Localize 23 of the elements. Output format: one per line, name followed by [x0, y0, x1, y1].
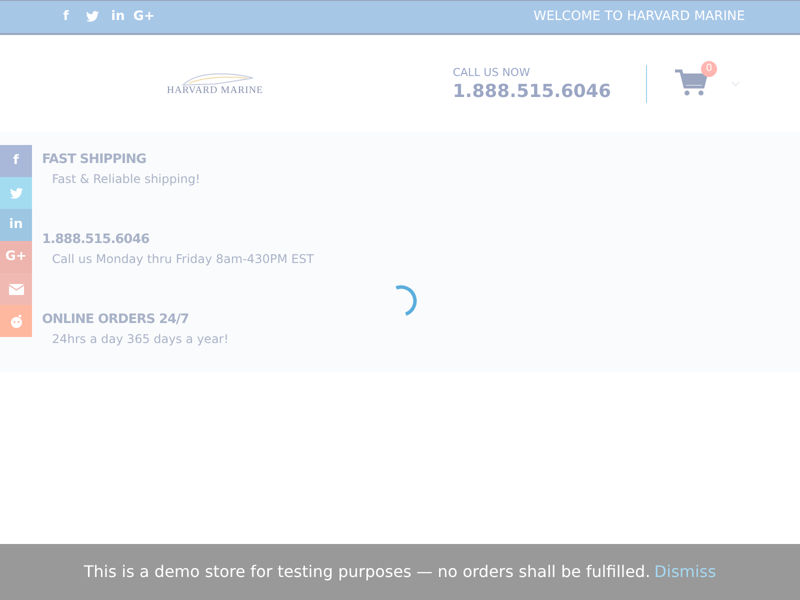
logo[interactable]: HARVARD MARINE [160, 72, 270, 96]
feature-text: Fast & Reliable shipping! [51, 170, 202, 188]
feature-text: Call us Monday thru Friday 8am-430PM EST [51, 250, 315, 268]
reddit-icon[interactable] [0, 305, 32, 337]
share-link[interactable]: G+ [0, 241, 32, 273]
welcome-text: WELCOME TO HARVARD MARINE [533, 8, 745, 26]
share-link[interactable]: f [0, 145, 32, 177]
feature-title: 1.888.515.6046 [42, 231, 150, 249]
feature-title: FAST SHIPPING [42, 151, 148, 169]
dismiss-link[interactable]: Dismiss [654, 560, 716, 584]
notice-text: This is a demo store for testing purposes — no orders shall be fulfilled. [84, 561, 650, 583]
twitter-icon[interactable] [0, 177, 32, 209]
social-link[interactable]: G+ [133, 7, 155, 27]
social-link[interactable]: in [107, 7, 129, 27]
feature-title: ONLINE ORDERS 24/7 [42, 311, 190, 329]
mail-icon[interactable] [0, 273, 32, 305]
share-link[interactable]: in [0, 209, 32, 241]
cart-count: 0 [701, 60, 717, 76]
feature-text: 24hrs a day 365 days a year! [51, 330, 230, 348]
social-link[interactable]: f [55, 7, 77, 27]
cart-icon[interactable] [675, 68, 707, 96]
call-label: CALL US NOW [452, 65, 531, 82]
phone-number: 1.888.515.6046 [452, 82, 611, 102]
